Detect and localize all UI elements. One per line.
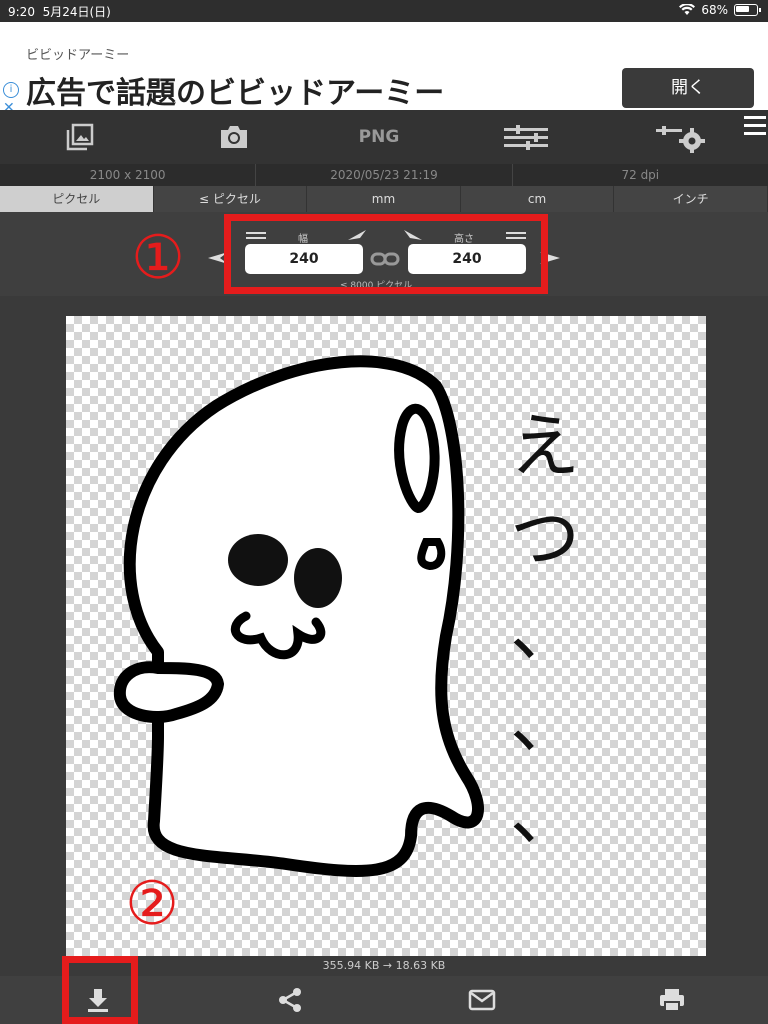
sliders-icon[interactable] (502, 120, 550, 154)
character-illustration (113, 355, 484, 877)
image-resolution: 2100 x 2100 (0, 164, 257, 186)
image-dpi: 72 dpi (621, 168, 660, 182)
unit-selector: ピクセル ≤ ピクセル mm cm インチ (0, 186, 768, 212)
print-icon[interactable] (652, 984, 692, 1016)
png-format-icon[interactable]: PNG (344, 120, 414, 154)
ad-small-text: ビビッドアーミー (26, 48, 130, 63)
unit-max-pixel[interactable]: ≤ ピクセル (153, 186, 308, 212)
annotation-box-1 (224, 214, 548, 294)
unit-mm[interactable]: mm (307, 186, 461, 212)
battery-percent: 68% (701, 3, 728, 17)
format-label: PNG (358, 127, 400, 147)
annotation-mark-1: ① (131, 223, 185, 293)
unit-pixel[interactable]: ピクセル (0, 186, 154, 212)
unit-cm[interactable]: cm (460, 186, 615, 212)
photo-library-icon[interactable] (56, 120, 104, 154)
status-right: 68% (679, 3, 761, 17)
annotation-box-2 (62, 956, 138, 1024)
settings-icon[interactable] (654, 120, 710, 154)
menu-icon[interactable] (744, 116, 766, 140)
unit-inch[interactable]: インチ (614, 186, 768, 212)
camera-icon[interactable] (210, 120, 258, 154)
image-text-char: 、 (510, 589, 580, 671)
status-time-date: 9:20 5月24日(日) (8, 3, 111, 20)
status-time: 9:20 (8, 5, 35, 19)
ad-banner[interactable]: ビビッドアーミー 広告で話題のビビッドアーミー i ✕ 開く (0, 22, 768, 116)
annotation-mark-2: ② (125, 869, 179, 939)
mail-icon[interactable] (462, 984, 502, 1016)
wifi-icon (679, 4, 696, 15)
image-info-bar: 2100 x 2100 2020/05/23 21:19 72 dpi (0, 164, 768, 186)
status-date: 5月24日(日) (42, 5, 111, 19)
share-icon[interactable] (270, 984, 310, 1016)
info-icon[interactable]: i (3, 82, 19, 98)
image-text-char: 、 (510, 681, 580, 763)
image-text-char: 、 (510, 773, 580, 855)
ad-open-button[interactable]: 開く (622, 68, 754, 108)
image-text-char: つ (510, 497, 580, 579)
top-toolbar: PNG (0, 110, 768, 164)
battery-icon (734, 4, 761, 16)
image-text: え つ 、 、 、 (500, 400, 590, 860)
image-text-char: え (510, 405, 580, 487)
status-bar: 9:20 5月24日(日) 68% (0, 0, 768, 22)
image-datetime: 2020/05/23 21:19 (256, 164, 513, 186)
ad-title: 広告で話題のビビッドアーミー (26, 76, 445, 111)
